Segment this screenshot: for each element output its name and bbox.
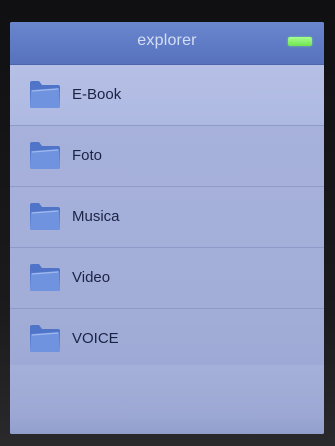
title-bar: explorer xyxy=(10,22,324,65)
battery-icon xyxy=(288,37,312,46)
folder-icon xyxy=(30,142,60,169)
list-item-label: Foto xyxy=(72,147,103,164)
folder-icon xyxy=(30,81,60,108)
list-item-musica[interactable]: Musica xyxy=(10,187,324,248)
folder-icon xyxy=(30,325,60,352)
app-title: explorer xyxy=(137,32,197,49)
folder-list: E-Book Foto Musica Video VOICE xyxy=(10,65,324,370)
list-item-label: E-Book xyxy=(72,86,122,103)
screen-bottom-edge xyxy=(10,416,324,434)
folder-icon xyxy=(30,203,60,230)
folder-icon xyxy=(30,264,60,291)
list-item-foto[interactable]: Foto xyxy=(10,126,324,187)
list-item-video[interactable]: Video xyxy=(10,248,324,309)
screen: explorer E-Book Foto Musica Video VOICE xyxy=(10,22,324,434)
list-item-label: Musica xyxy=(72,208,120,225)
device-frame: explorer E-Book Foto Musica Video VOICE xyxy=(0,0,335,446)
list-item-voice[interactable]: VOICE xyxy=(10,309,324,370)
list-item-e-book[interactable]: E-Book xyxy=(10,65,324,126)
list-item-label: VOICE xyxy=(72,330,119,347)
list-item-label: Video xyxy=(72,269,111,286)
